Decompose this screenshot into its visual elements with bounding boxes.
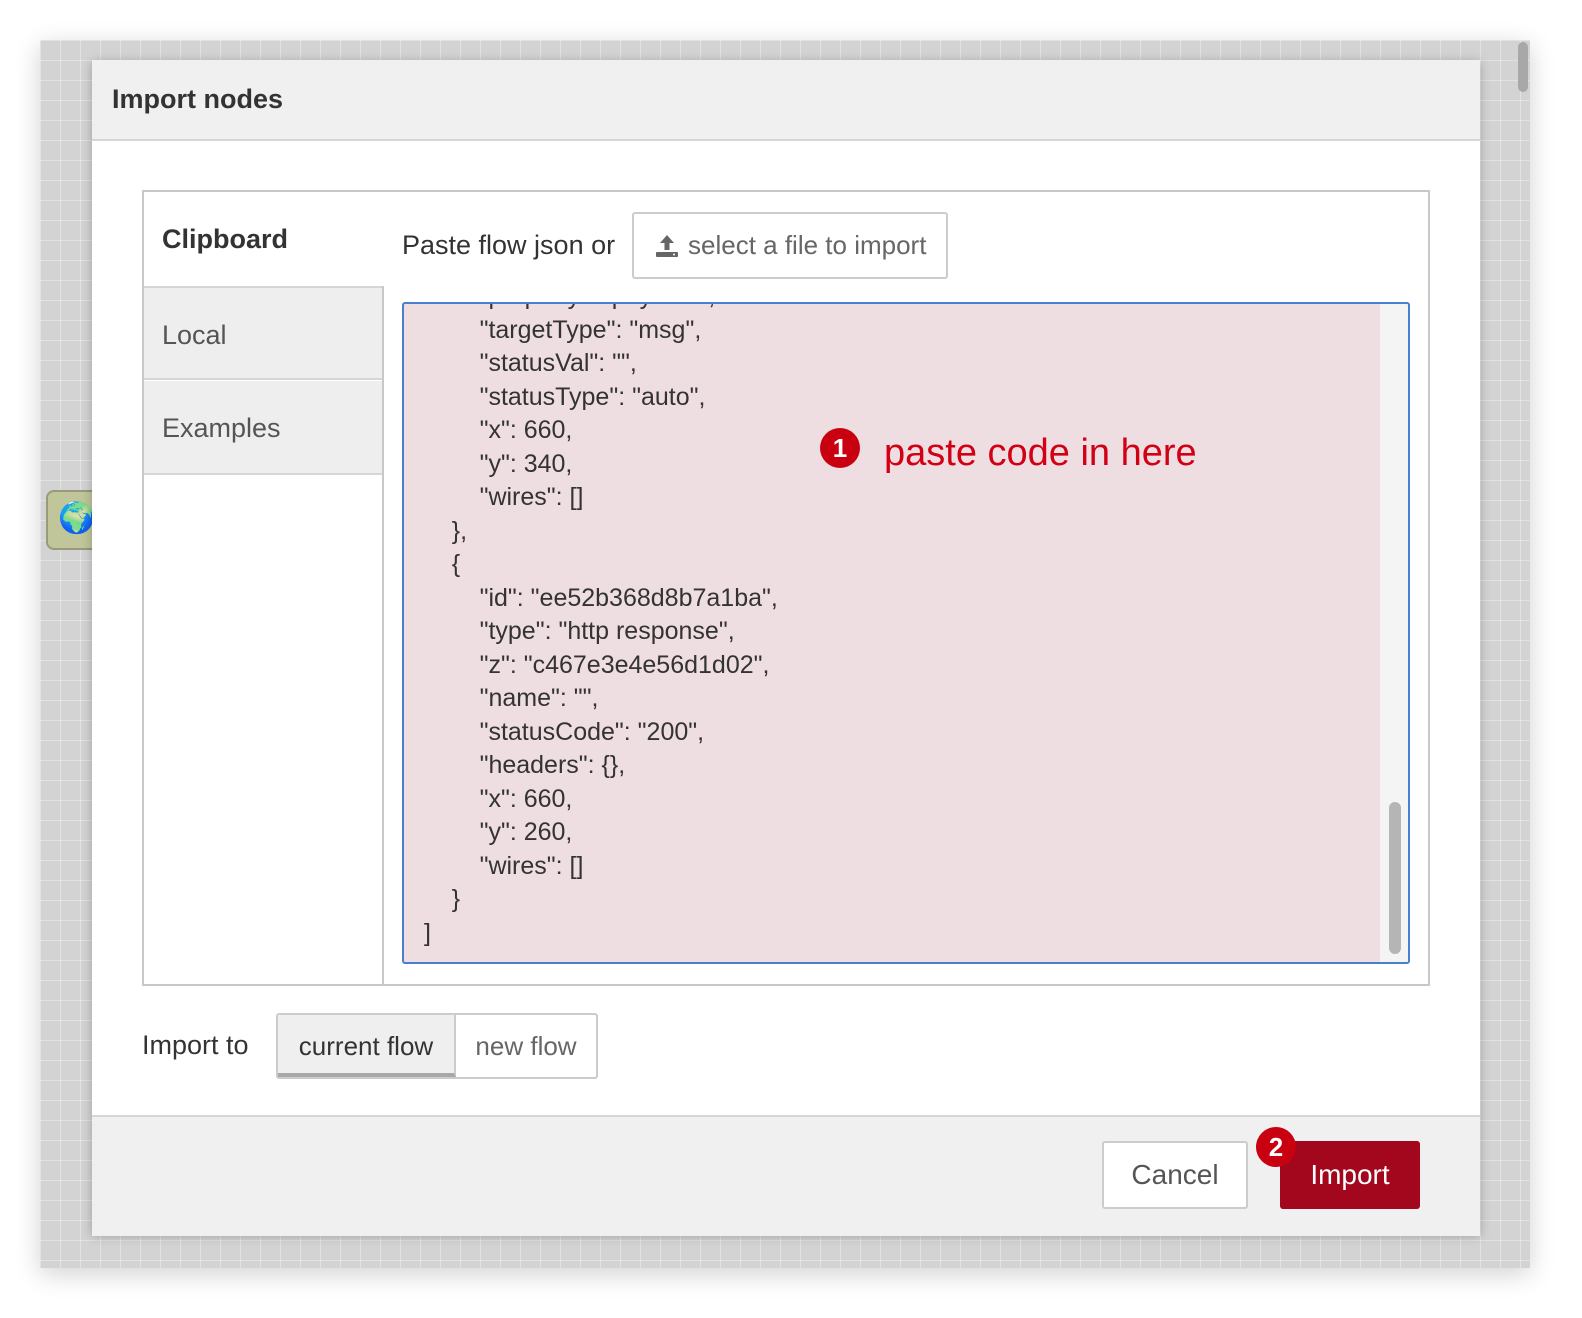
step-2-badge: 2 — [1256, 1127, 1296, 1167]
upload-icon — [656, 234, 678, 257]
canvas-scrollbar[interactable] — [1518, 42, 1528, 92]
step-1-badge: 1 — [820, 428, 860, 468]
tab-clipboard[interactable]: Clipboard — [144, 192, 384, 286]
import-panel: Clipboard Local Examples Paste flow json… — [142, 190, 1430, 986]
new-flow-option[interactable]: new flow — [456, 1015, 596, 1077]
import-button[interactable]: Import — [1280, 1141, 1420, 1209]
textarea-scrollbar-track[interactable] — [1380, 304, 1408, 962]
select-file-label: select a file to import — [688, 230, 927, 260]
paste-label: Paste flow json or — [402, 230, 616, 260]
flow-json-content: "property": "payload", "targetType": "ms… — [424, 304, 778, 947]
paste-instruction-annotation: paste code in here — [884, 432, 1197, 474]
tab-local[interactable]: Local — [144, 286, 382, 380]
flow-json-textarea[interactable]: "property": "payload", "targetType": "ms… — [402, 302, 1410, 964]
import-dialog: Import nodes Clipboard Local Examples Pa… — [92, 60, 1480, 1236]
import-source-tabs: Clipboard Local Examples — [144, 192, 384, 984]
dialog-footer: Cancel Import 2 — [92, 1115, 1480, 1236]
import-to-label: Import to — [142, 1030, 249, 1060]
dialog-title: Import nodes — [112, 84, 284, 114]
select-file-button[interactable]: select a file to import — [632, 212, 948, 279]
import-target-toggle: current flow new flow — [276, 1013, 598, 1079]
current-flow-option[interactable]: current flow — [278, 1015, 456, 1077]
textarea-scrollbar-thumb[interactable] — [1389, 802, 1401, 954]
tab-examples[interactable]: Examples — [144, 381, 382, 475]
cancel-button[interactable]: Cancel — [1102, 1141, 1248, 1209]
globe-icon: 🌍 — [58, 502, 96, 535]
dialog-header: Import nodes — [92, 60, 1480, 141]
